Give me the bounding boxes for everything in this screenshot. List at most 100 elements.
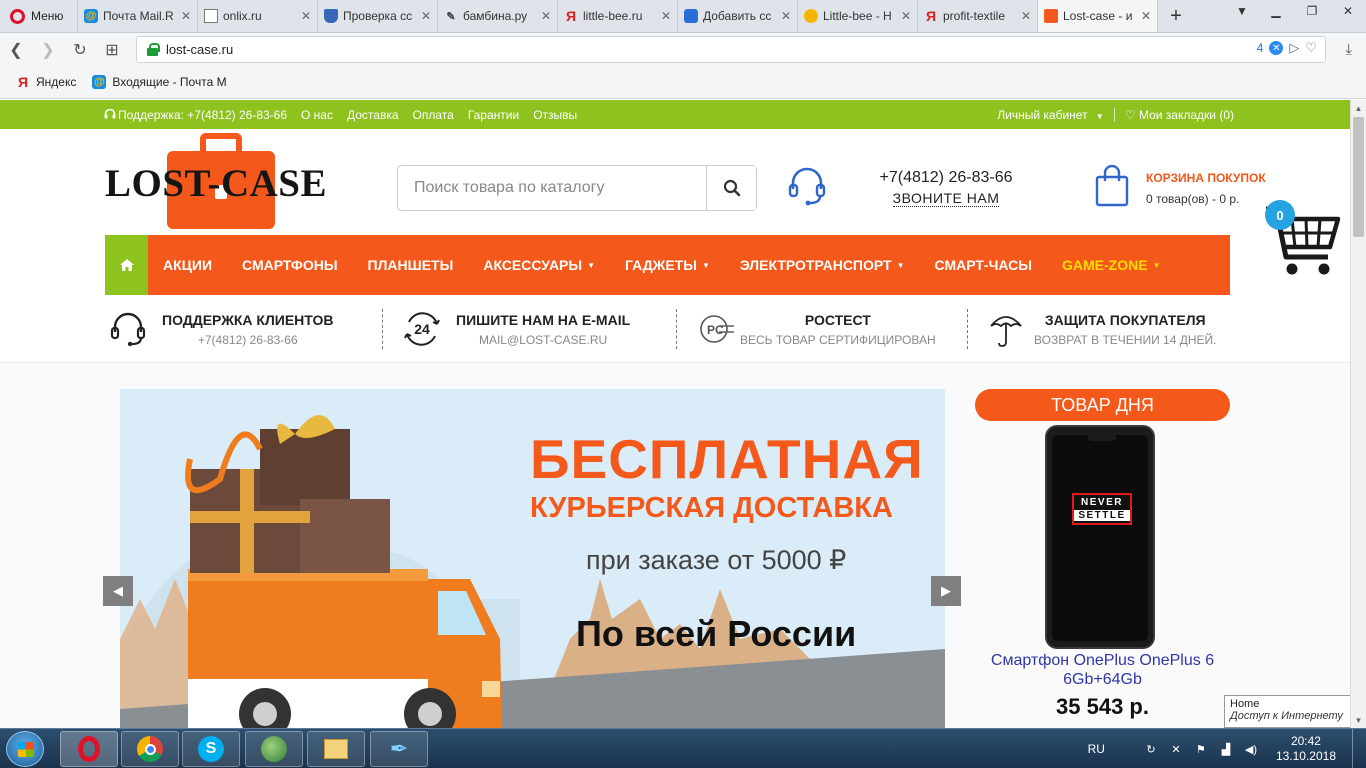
mail-icon: @ xyxy=(92,75,107,89)
topbar-link-about[interactable]: О нас xyxy=(301,108,333,122)
sync-icon[interactable]: ↻ xyxy=(1143,742,1159,756)
slider-prev-button[interactable]: ◀ xyxy=(103,576,133,606)
taskbar-opera[interactable] xyxy=(60,731,118,767)
bookmark-yandex[interactable]: Я Яндекс xyxy=(16,74,76,90)
reload-icon[interactable]: ↻ xyxy=(64,34,96,66)
tab[interactable]: Яlittle-bee.ru ✕ xyxy=(558,0,678,32)
tab-active[interactable]: Lost-case - и ✕ xyxy=(1038,0,1158,32)
banner-subheadline: КУРЬЕРСКАЯ ДОСТАВКА xyxy=(530,492,893,524)
main-navigation: АКЦИИ СМАРТФОНЫ ПЛАНШЕТЫ АКСЕССУАРЫ ▼ ГАД… xyxy=(105,235,1230,295)
clock[interactable]: 20:42 13.10.2018 xyxy=(1276,734,1336,764)
send-icon[interactable]: ▷ xyxy=(1289,40,1299,56)
close-icon[interactable]: ✕ xyxy=(901,9,911,23)
nav-item-akcii[interactable]: АКЦИИ xyxy=(148,235,227,295)
nav-item-electrotransport[interactable]: ЭЛЕКТРОТРАНСПОРТ ▼ xyxy=(725,235,920,295)
opera-menu-button[interactable]: Меню xyxy=(0,0,78,32)
close-icon[interactable]: ✕ xyxy=(781,9,791,23)
nav-item-gadgets[interactable]: ГАДЖЕТЫ ▼ xyxy=(610,235,725,295)
tab-label: Проверка сс xyxy=(343,9,413,23)
close-icon[interactable]: ✕ xyxy=(301,9,311,23)
bookmark-mail[interactable]: @ Входящие - Почта М xyxy=(92,75,227,89)
minimize-button[interactable]: ▁ xyxy=(1258,0,1294,22)
nav-item-tablets[interactable]: ПЛАНШЕТЫ xyxy=(353,235,469,295)
close-icon[interactable]: ✕ xyxy=(541,9,551,23)
deal-product-image[interactable]: NEVER SETTLE xyxy=(1045,425,1155,649)
account-dropdown[interactable]: Личный кабинет ▼ xyxy=(997,108,1104,122)
chrome-icon xyxy=(137,736,163,762)
search-input[interactable] xyxy=(398,166,706,210)
start-button[interactable] xyxy=(6,731,44,767)
tab-label: Добавить сс xyxy=(703,9,772,23)
tab[interactable]: Яprofit-textile ✕ xyxy=(918,0,1038,32)
page-scrollbar[interactable]: ▲ ▼ xyxy=(1350,100,1366,728)
topbar-link-guarantees[interactable]: Гарантии xyxy=(468,108,519,122)
nav-item-smart-watches[interactable]: СМАРТ-ЧАСЫ xyxy=(920,235,1047,295)
chevron-down-icon: ▼ xyxy=(1095,111,1104,121)
search-button[interactable] xyxy=(706,166,756,210)
forward-icon[interactable]: ❯ xyxy=(32,34,64,66)
shopping-bag-icon[interactable] xyxy=(1095,165,1129,207)
site-logo[interactable]: LOST-CASE xyxy=(105,131,335,231)
call-us-link[interactable]: ЗВОНИТЕ НАМ xyxy=(892,190,1000,207)
nav-item-accessories[interactable]: АКСЕССУАРЫ ▼ xyxy=(468,235,610,295)
tab-menu-icon[interactable]: ▼ xyxy=(1226,0,1258,22)
nav-item-smartphones[interactable]: СМАРТФОНЫ xyxy=(227,235,353,295)
scroll-thumb[interactable] xyxy=(1353,117,1364,237)
download-icon[interactable]: ⤓ xyxy=(1345,41,1352,58)
tab[interactable]: Проверка сс ✕ xyxy=(318,0,438,32)
feature-title: ЗАЩИТА ПОКУПАТЕЛЯ xyxy=(1044,311,1206,328)
tab[interactable]: ✎ бамбина.ру ✕ xyxy=(438,0,558,32)
taskbar-globe-app[interactable] xyxy=(245,731,303,767)
close-icon[interactable]: ✕ xyxy=(1141,9,1151,23)
scroll-down-icon[interactable]: ▼ xyxy=(1351,712,1366,728)
phone-number: +7(4812) 26-83-66 xyxy=(879,169,1013,186)
close-icon[interactable]: ✕ xyxy=(421,9,431,23)
taskbar-chrome[interactable] xyxy=(121,731,179,767)
adblock-icon[interactable]: ✕ xyxy=(1269,41,1284,55)
nav-item-game-zone[interactable]: GAME-ZONE ▼ xyxy=(1047,235,1175,295)
cart-summary[interactable]: КОРЗИНА ПОКУПОК 0 товар(ов) - 0 р. xyxy=(1146,171,1266,206)
taskbar-skype[interactable]: S xyxy=(182,731,240,767)
tab[interactable]: @ Почта Mail.R ✕ xyxy=(78,0,198,32)
deal-product-name[interactable]: Смартфон OnePlus OnePlus 6 6Gb+64Gb xyxy=(975,651,1230,689)
language-indicator[interactable]: RU xyxy=(1088,742,1105,756)
taskbar-explorer[interactable] xyxy=(307,731,365,767)
address-bar[interactable]: lost-case.ru 4 ✕ ▷ ♡ xyxy=(136,36,1326,63)
nav-label: ГАДЖЕТЫ xyxy=(625,257,697,273)
maximize-button[interactable]: ❐ xyxy=(1294,0,1330,22)
show-desktop-button[interactable] xyxy=(1352,729,1366,768)
scroll-up-icon[interactable]: ▲ xyxy=(1351,100,1366,116)
close-icon[interactable]: ✕ xyxy=(661,9,671,23)
signal-icon[interactable]: ▟ xyxy=(1218,742,1234,756)
heart-icon[interactable]: ♡ xyxy=(1305,40,1317,56)
cart-info: 0 товар(ов) - 0 р. xyxy=(1146,192,1240,206)
deal-product-price: 35 543 р. xyxy=(1056,694,1149,719)
chevron-left-icon: ◀ xyxy=(113,583,123,598)
network-alert-icon[interactable]: ✕ xyxy=(1168,742,1184,756)
slider-next-button[interactable]: ▶ xyxy=(931,576,961,606)
new-tab-button[interactable]: + xyxy=(1158,0,1194,32)
close-icon[interactable]: ✕ xyxy=(181,9,191,23)
topbar-link-payment[interactable]: Оплата xyxy=(413,108,454,122)
suitcase-icon xyxy=(1044,9,1058,23)
speed-dial-icon[interactable]: ⊞ xyxy=(96,34,128,66)
feature-subtitle[interactable]: MAIL@LOST-CASE.RU xyxy=(456,333,630,347)
headset-icon xyxy=(788,167,826,206)
back-icon[interactable]: ❮ xyxy=(0,34,32,66)
close-icon[interactable]: ✕ xyxy=(1021,9,1031,23)
topbar-link-delivery[interactable]: Доставка xyxy=(347,108,399,122)
promo-banner[interactable]: БЕСПЛАТНАЯ КУРЬЕРСКАЯ ДОСТАВКА при заказ… xyxy=(120,389,945,728)
my-bookmarks-link[interactable]: ♡ Мои закладки (0) xyxy=(1125,108,1234,122)
tab[interactable]: onlix.ru ✕ xyxy=(198,0,318,32)
close-window-button[interactable]: ✕ xyxy=(1330,0,1366,22)
nav-label: СМАРТ-ЧАСЫ xyxy=(934,257,1032,273)
support-phone-link[interactable]: Поддержка: +7(4812) 26-83-66 xyxy=(104,108,287,122)
tab[interactable]: Добавить сс ✕ xyxy=(678,0,798,32)
topbar-link-reviews[interactable]: Отзывы xyxy=(533,108,577,122)
tab-label: Little-bee - Н xyxy=(823,9,892,23)
home-button[interactable] xyxy=(105,235,148,295)
volume-icon[interactable]: ◀) xyxy=(1243,742,1259,756)
taskbar-feather-app[interactable]: ✒ xyxy=(370,731,428,767)
tab[interactable]: Little-bee - Н ✕ xyxy=(798,0,918,32)
flag-icon[interactable]: ⚑ xyxy=(1193,742,1209,756)
